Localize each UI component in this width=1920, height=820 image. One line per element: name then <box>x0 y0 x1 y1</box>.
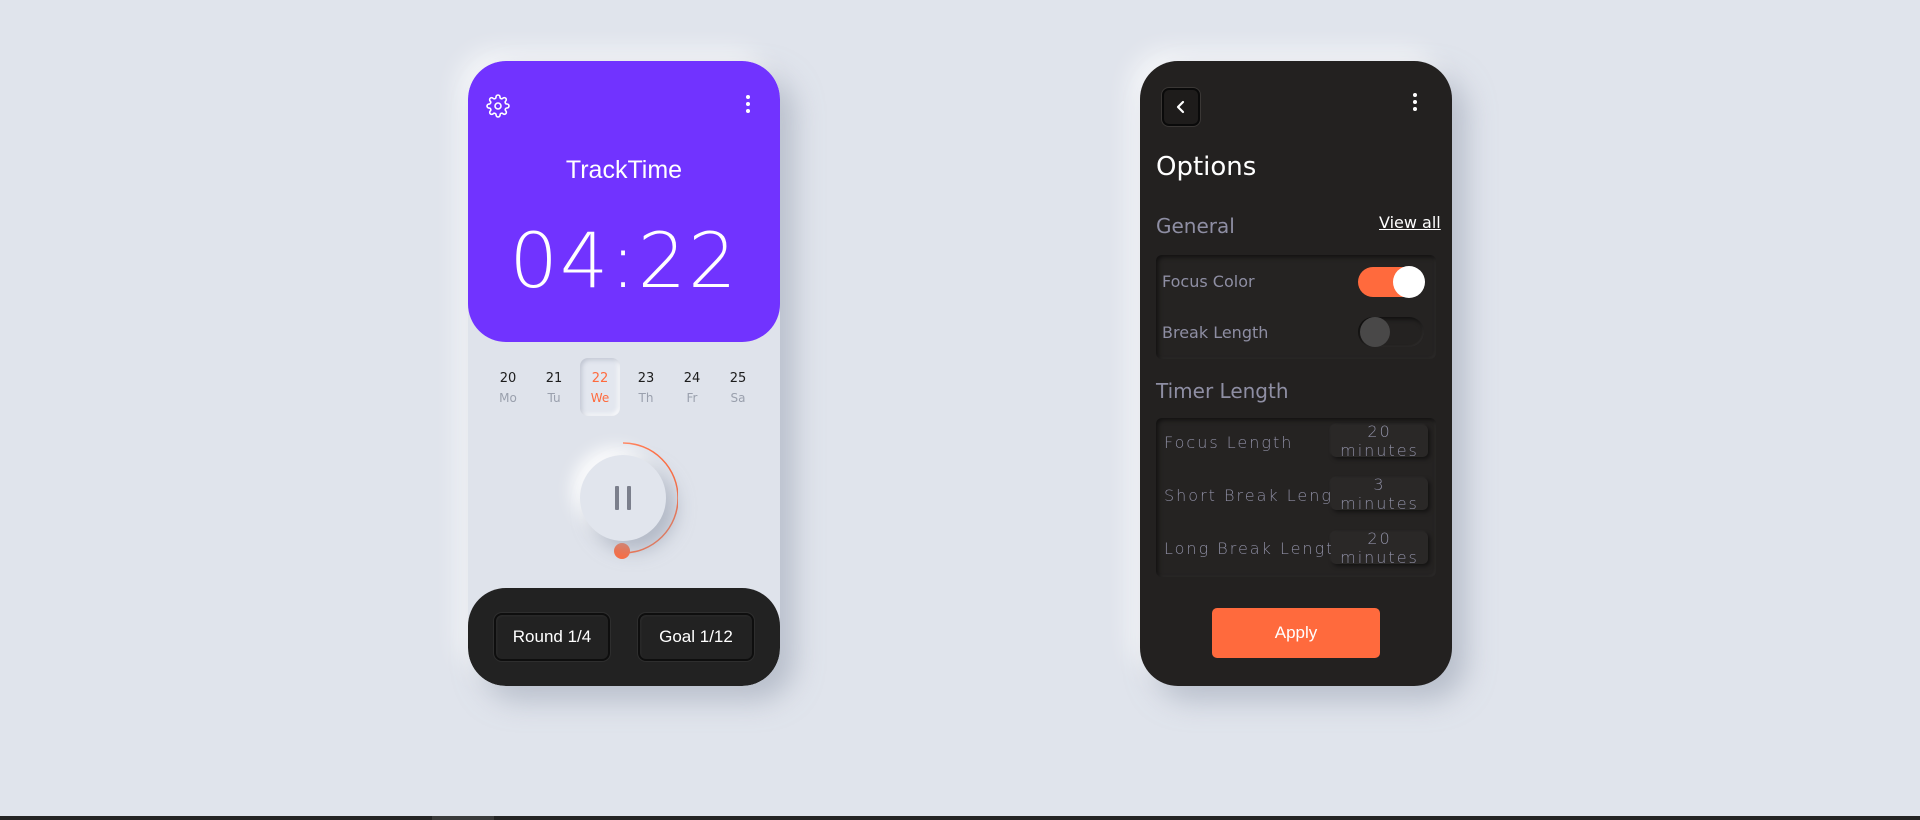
day-weekday: Mo <box>499 391 517 405</box>
more-vertical-icon[interactable] <box>1411 93 1419 115</box>
day-weekday: Fr <box>686 391 698 405</box>
focus-length-label: Focus Length <box>1164 433 1294 452</box>
app-title: TrackTime <box>565 156 683 184</box>
timer-screen: TrackTime 04:22 20 Mo 21 Tu 22 We 23 Th 24 Fr 25 Sa… <box>468 61 780 686</box>
day-number: 24 <box>683 371 701 386</box>
day-item[interactable]: 21 Tu <box>534 358 574 416</box>
section-timer-length-label: Timer Length <box>1156 379 1289 403</box>
day-item[interactable]: 24 Fr <box>672 358 712 416</box>
long-break-length-field[interactable]: 20 minutes <box>1331 529 1428 567</box>
day-item[interactable]: 23 Th <box>626 358 666 416</box>
timer-display: 04:22 <box>509 216 739 305</box>
break-length-label: Break Length <box>1162 323 1269 342</box>
focus-color-toggle[interactable] <box>1358 266 1425 298</box>
view-all-link[interactable]: View all <box>1379 213 1441 232</box>
timer-length-card: Focus Length 20 minutes Short Break Leng… <box>1156 418 1436 577</box>
day-number: 23 <box>637 371 655 386</box>
day-number: 25 <box>729 371 747 386</box>
section-general-label: General <box>1156 214 1235 238</box>
day-number: 20 <box>499 371 517 386</box>
day-number: 22 <box>591 371 609 386</box>
toggle-knob <box>1360 317 1390 347</box>
day-item[interactable]: 25 Sa <box>718 358 758 416</box>
goal-button[interactable]: Goal 1/12 <box>638 613 754 661</box>
options-screen: Options General View all Focus Color Bre… <box>1140 61 1452 686</box>
gear-icon[interactable] <box>486 94 510 118</box>
pause-button[interactable] <box>580 455 666 541</box>
scrollbar-thumb[interactable] <box>432 816 494 820</box>
progress-handle[interactable] <box>614 543 630 559</box>
short-break-length-label: Short Break Length <box>1164 486 1354 505</box>
chevron-left-icon <box>1176 100 1185 114</box>
short-break-length-field[interactable]: 3 minutes <box>1331 475 1428 513</box>
apply-button[interactable]: Apply <box>1212 608 1380 658</box>
general-options-card: Focus Color Break Length <box>1156 255 1436 359</box>
timer-control <box>568 441 678 561</box>
back-button[interactable] <box>1162 88 1200 126</box>
long-break-length-label: Long Break Length <box>1164 539 1347 558</box>
horizontal-scrollbar[interactable] <box>0 816 1920 820</box>
page-title: Options <box>1156 152 1257 182</box>
stats-footer: Round 1/4 Goal 1/12 <box>468 588 780 686</box>
day-weekday: Th <box>638 391 654 405</box>
day-weekday: We <box>590 391 610 405</box>
round-button[interactable]: Round 1/4 <box>494 613 610 661</box>
more-vertical-icon[interactable] <box>744 95 752 117</box>
day-weekday: Tu <box>547 391 561 405</box>
focus-length-field[interactable]: 20 minutes <box>1331 422 1428 460</box>
break-length-toggle[interactable] <box>1358 317 1424 347</box>
day-item[interactable]: 22 We <box>580 358 620 416</box>
timer-header: TrackTime 04:22 <box>468 61 780 342</box>
toggle-knob <box>1393 266 1425 298</box>
day-number: 21 <box>545 371 563 386</box>
focus-color-label: Focus Color <box>1162 272 1255 291</box>
day-item[interactable]: 20 Mo <box>488 358 528 416</box>
day-selector: 20 Mo 21 Tu 22 We 23 Th 24 Fr 25 Sa <box>488 358 768 418</box>
day-weekday: Sa <box>730 391 746 405</box>
pause-icon <box>612 486 634 510</box>
